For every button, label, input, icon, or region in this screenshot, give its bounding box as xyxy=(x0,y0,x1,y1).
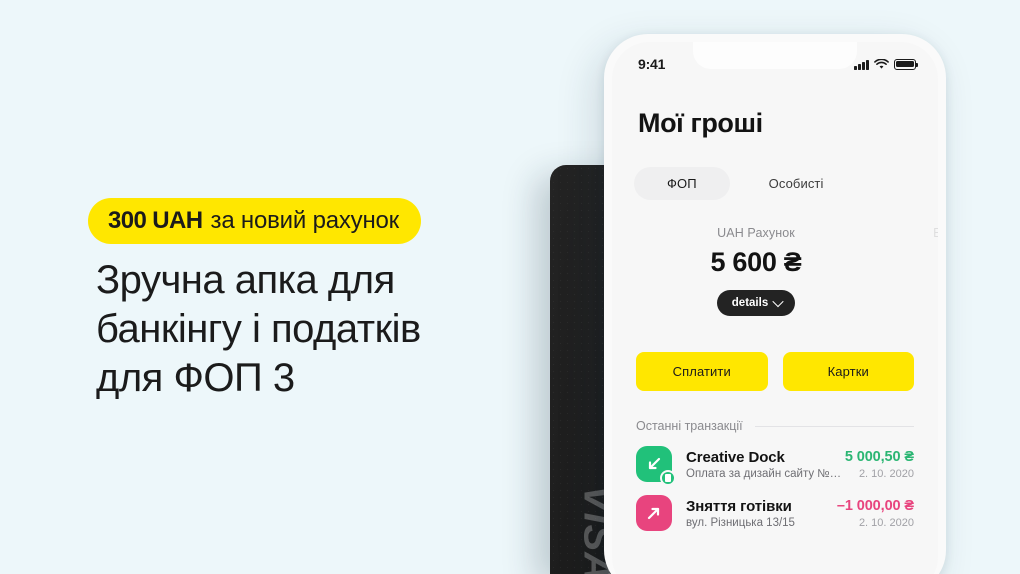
transaction-date: 2. 10. 2020 xyxy=(858,516,914,529)
transaction-meta: –1 000,00 ₴ 2. 10. 2020 xyxy=(837,498,914,529)
divider xyxy=(754,425,914,427)
transaction-text: Creative Dock Оплата за дизайн сайту №1/… xyxy=(672,449,845,480)
promo-badge-amount: 300 UAH xyxy=(108,207,203,234)
balance-label-uah: UAH Рахунок xyxy=(717,226,795,240)
phone-notch xyxy=(693,42,857,69)
page-title: Мої гроші xyxy=(638,108,763,138)
transaction-subtitle: вул. Різницька 13/15 xyxy=(686,516,795,529)
transaction-row[interactable]: Зняття готівки вул. Різницька 13/15 –1 0… xyxy=(612,482,938,531)
transaction-date: 2. 10. 2020 xyxy=(858,467,914,480)
cards-button[interactable]: Картки xyxy=(782,352,914,391)
promo-headline-line-2: банкінгу і податків xyxy=(96,307,421,351)
chevron-down-icon xyxy=(772,295,784,308)
transactions-section-header: Останні транзакції xyxy=(612,391,938,433)
promo-headline: Зручна апка для банкінгу і податків для … xyxy=(96,256,526,403)
promo-headline-line-3: для ФОП 3 xyxy=(96,356,295,400)
transaction-meta: 5 000,50 ₴ 2. 10. 2020 xyxy=(845,449,914,480)
phone-screen: 9:41 Мої гроші ФОП Особисті UAH Рахунок … xyxy=(612,42,938,574)
transaction-amount: –1 000,00 ₴ xyxy=(836,497,914,514)
balance-carousel[interactable]: UAH Рахунок 5 600 ₴ details EUR Рах 0 € xyxy=(612,226,938,336)
transaction-amount: 5 000,50 ₴ xyxy=(844,448,914,465)
promo-badge-text: за новий рахунок xyxy=(210,207,400,234)
document-badge-icon xyxy=(660,470,676,486)
promo-badge: 300 UAH за новий рахунок xyxy=(88,198,421,244)
pay-button[interactable]: Сплатити xyxy=(636,352,768,391)
transaction-title: Зняття готівки xyxy=(686,497,792,515)
balance-card-uah[interactable]: UAH Рахунок 5 600 ₴ details xyxy=(640,226,872,316)
tab-personal[interactable]: Особисті xyxy=(736,167,857,200)
cellular-signal-icon xyxy=(854,59,869,70)
balance-label-eur: EUR Рах xyxy=(933,226,938,240)
phone-mockup: 9:41 Мої гроші ФОП Особисті UAH Рахунок … xyxy=(604,34,946,574)
transaction-row[interactable]: Creative Dock Оплата за дизайн сайту №1/… xyxy=(612,433,938,486)
promo-headline-line-1: Зручна апка для xyxy=(96,258,395,302)
arrow-up-right-icon xyxy=(636,495,672,531)
details-button-label: details xyxy=(731,297,769,309)
promo-banner: 300 UAH за новий рахунок Зручна апка для… xyxy=(0,0,1020,574)
balance-amount-uah: 5 600 ₴ xyxy=(710,247,802,277)
status-bar-clock: 9:41 xyxy=(638,56,666,72)
transaction-title: Creative Dock xyxy=(686,448,785,466)
transaction-subtitle: Оплата за дизайн сайту №1/2020... xyxy=(686,467,845,480)
battery-full-icon xyxy=(894,58,918,70)
transaction-text: Зняття готівки вул. Різницька 13/15 xyxy=(672,498,837,529)
wifi-icon xyxy=(874,58,889,69)
balance-card-eur[interactable]: EUR Рах 0 € xyxy=(884,226,938,278)
arrow-down-left-icon xyxy=(636,446,676,486)
status-bar: 9:41 xyxy=(612,42,938,86)
details-button[interactable]: details xyxy=(716,290,796,316)
primary-actions: Сплатити Картки xyxy=(612,336,938,391)
balance-amount-eur: 0 € xyxy=(884,247,938,278)
account-type-tabs: ФОП Особисті xyxy=(612,139,938,200)
status-bar-icons xyxy=(854,58,918,70)
transactions-header-label: Останні транзакції xyxy=(636,419,743,433)
tab-fop[interactable]: ФОП xyxy=(634,167,730,200)
